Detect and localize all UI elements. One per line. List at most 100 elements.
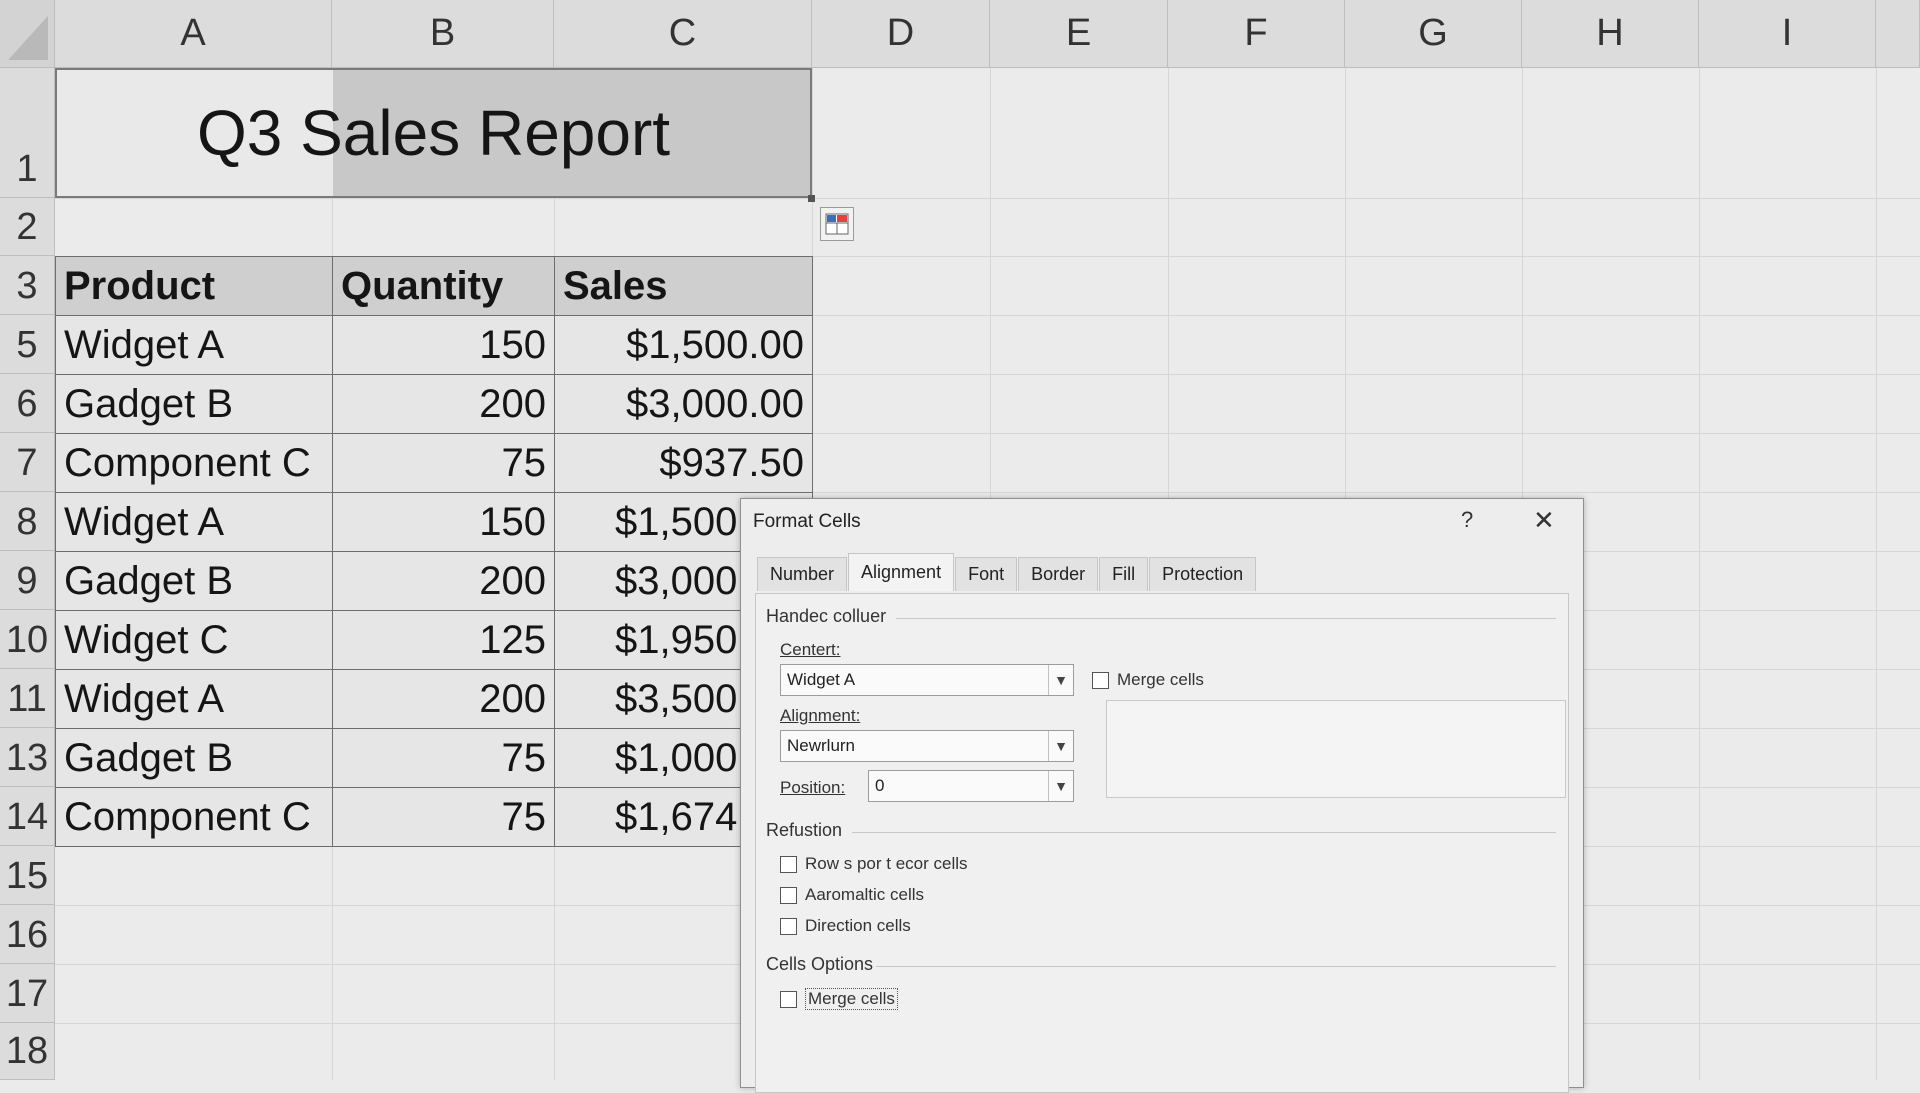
chevron-down-icon[interactable]: ▼	[1048, 731, 1073, 761]
dialog-tabs: Number Alignment Font Border Fill Protec…	[757, 553, 1257, 593]
tab-number[interactable]: Number	[757, 557, 848, 591]
position-label: Position:	[780, 778, 846, 797]
table-cell-quantity[interactable]: 150	[332, 492, 555, 552]
column-header-g[interactable]: G	[1345, 0, 1522, 68]
position-select[interactable]: 0 ▼	[868, 770, 1074, 802]
checkbox-label: Direction cells	[805, 916, 911, 935]
row-header-18[interactable]: 18	[0, 1023, 55, 1080]
tab-alignment[interactable]: Alignment	[848, 553, 955, 591]
table-cell-product[interactable]: Gadget B	[55, 728, 333, 788]
row-header-14[interactable]: 14	[0, 787, 55, 846]
alignment-tab-panel: Handec colluer Centert: Widget A ▼ Merge…	[755, 593, 1569, 1093]
fill-handle[interactable]	[808, 195, 815, 202]
merge-cells-top-label: Merge cells	[1117, 670, 1204, 689]
checkbox-box[interactable]	[1092, 671, 1109, 689]
column-header-a[interactable]: A	[55, 0, 332, 68]
row-header-16[interactable]: 16	[0, 905, 55, 964]
table-cell-sales[interactable]: $3,000.00	[554, 374, 813, 434]
table-cell-product[interactable]: Widget A	[55, 669, 333, 729]
checkbox-label: Aaromaltic cells	[805, 885, 925, 904]
table-header-quantity[interactable]: Quantity	[332, 256, 555, 316]
alignment-value: Newrlurn	[787, 736, 856, 755]
checkbox-row[interactable]: Aaromaltic cells	[780, 885, 924, 905]
gridline	[1699, 68, 1700, 1080]
checkbox-row[interactable]: Row s por t ecor cells	[780, 854, 968, 874]
select-all-corner[interactable]	[0, 0, 55, 68]
row-header-5[interactable]: 5	[0, 315, 55, 374]
alignment-select[interactable]: Newrlurn ▼	[780, 730, 1074, 762]
row-header-8[interactable]: 8	[0, 492, 55, 551]
merge-cells-top-checkbox[interactable]: Merge cells	[1092, 670, 1204, 690]
section-title: Refustion	[766, 820, 843, 840]
table-cell-product[interactable]: Gadget B	[55, 374, 333, 434]
chevron-down-icon[interactable]: ▼	[1048, 665, 1073, 695]
tab-border[interactable]: Border	[1018, 557, 1099, 591]
table-cell-quantity[interactable]: 200	[332, 551, 555, 611]
section-divider	[852, 832, 1556, 833]
section-title: Cells Options	[766, 954, 874, 974]
checkbox-row[interactable]: Direction cells	[780, 916, 911, 936]
preview-box	[1106, 700, 1566, 798]
column-header-f[interactable]: F	[1168, 0, 1345, 68]
merged-title-cell[interactable]: Q3 Sales Report	[55, 68, 812, 198]
row-header-6[interactable]: 6	[0, 374, 55, 433]
table-cell-quantity[interactable]: 200	[332, 669, 555, 729]
table-cell-product[interactable]: Component C	[55, 787, 333, 847]
tab-protection[interactable]: Protection	[1149, 557, 1257, 591]
column-header-b[interactable]: B	[332, 0, 554, 68]
row-header-13[interactable]: 13	[0, 728, 55, 787]
row-header-17[interactable]: 17	[0, 964, 55, 1023]
alignment-label: Alignment:	[780, 706, 861, 725]
row-header-11[interactable]: 11	[0, 669, 55, 728]
centert-label: Centert:	[780, 640, 841, 659]
checkbox-box[interactable]	[780, 855, 797, 873]
checkbox-box[interactable]	[780, 917, 797, 935]
row-header-15[interactable]: 15	[0, 846, 55, 905]
column-header-next[interactable]	[1876, 0, 1920, 68]
table-cell-sales[interactable]: $937.50	[554, 433, 813, 493]
table-cell-quantity[interactable]: 75	[332, 728, 555, 788]
checkbox-label: Row s por t ecor cells	[805, 854, 968, 873]
help-button[interactable]: ?	[1461, 507, 1473, 533]
table-cell-product[interactable]: Widget A	[55, 492, 333, 552]
column-header-c[interactable]: C	[554, 0, 812, 68]
table-cell-product[interactable]: Component C	[55, 433, 333, 493]
row-header-3[interactable]: 3	[0, 256, 55, 315]
table-cell-quantity[interactable]: 200	[332, 374, 555, 434]
column-header-d[interactable]: D	[812, 0, 990, 68]
close-icon[interactable]: ✕	[1533, 505, 1555, 536]
table-cell-sales[interactable]: $1,500.00	[554, 315, 813, 375]
format-cells-dialog: Format Cells ? ✕ Number Alignment Font B…	[740, 498, 1584, 1093]
checkbox-box[interactable]	[780, 990, 797, 1008]
merge-cells-bottom-label: Merge cells	[805, 988, 898, 1010]
row-header-2[interactable]: 2	[0, 198, 55, 256]
merge-cells-bottom-checkbox[interactable]: Merge cells	[780, 988, 898, 1010]
position-value: 0	[875, 776, 885, 795]
section-divider	[896, 618, 1556, 619]
centert-select[interactable]: Widget A ▼	[780, 664, 1074, 696]
centert-value: Widget A	[787, 670, 856, 689]
quick-analysis-icon[interactable]	[820, 207, 854, 241]
column-header-i[interactable]: I	[1699, 0, 1876, 68]
table-cell-quantity[interactable]: 75	[332, 433, 555, 493]
checkbox-box[interactable]	[780, 886, 797, 904]
table-cell-quantity[interactable]: 150	[332, 315, 555, 375]
table-cell-product[interactable]: Widget C	[55, 610, 333, 670]
tab-font[interactable]: Font	[955, 557, 1018, 591]
column-header-h[interactable]: H	[1522, 0, 1699, 68]
tab-fill[interactable]: Fill	[1099, 557, 1149, 591]
table-cell-product[interactable]: Widget A	[55, 315, 333, 375]
table-header-sales[interactable]: Sales	[554, 256, 813, 316]
table-cell-quantity[interactable]: 125	[332, 610, 555, 670]
row-header-7[interactable]: 7	[0, 433, 55, 492]
gridline	[1876, 68, 1877, 1080]
chevron-down-icon[interactable]: ▼	[1048, 771, 1073, 801]
row-header-10[interactable]: 10	[0, 610, 55, 669]
table-cell-quantity[interactable]: 75	[332, 787, 555, 847]
table-cell-product[interactable]: Gadget B	[55, 551, 333, 611]
row-header-9[interactable]: 9	[0, 551, 55, 610]
column-header-e[interactable]: E	[990, 0, 1168, 68]
dialog-title: Format Cells	[753, 511, 861, 532]
row-header-1[interactable]: 1	[0, 68, 55, 198]
table-header-product[interactable]: Product	[55, 256, 333, 316]
